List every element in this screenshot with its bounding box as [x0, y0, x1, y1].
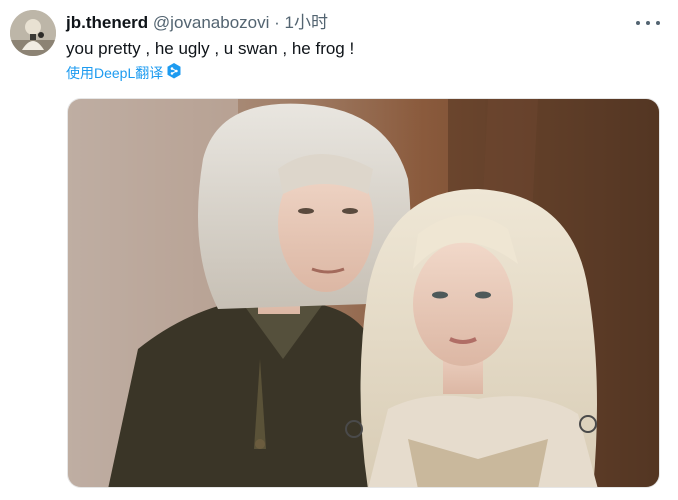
translate-label: 使用DeepL翻译 [66, 65, 164, 81]
display-name[interactable]: jb.thenerd [66, 13, 148, 32]
tweet-card[interactable]: jb.thenerd @jovanabozovi · 1小时 you prett… [0, 0, 678, 500]
user-handle[interactable]: @jovanabozovi [153, 13, 270, 32]
more-horizontal-icon [636, 21, 640, 25]
timestamp[interactable]: 1小时 [285, 13, 328, 32]
more-horizontal-icon [656, 21, 660, 25]
more-options-button[interactable] [636, 14, 660, 32]
separator-dot: · [274, 13, 280, 32]
tweet-text: you pretty , he ugly , u swan , he frog … [66, 39, 355, 58]
more-horizontal-icon [646, 21, 650, 25]
tweet-header: jb.thenerd @jovanabozovi · 1小时 [66, 12, 328, 34]
photo-image [68, 99, 659, 487]
translate-link[interactable]: 使用DeepL翻译 [66, 63, 181, 83]
avatar-image [10, 10, 56, 56]
avatar[interactable] [10, 10, 56, 56]
tweet-media-photo[interactable] [67, 98, 660, 488]
deepl-logo-icon [167, 63, 181, 83]
